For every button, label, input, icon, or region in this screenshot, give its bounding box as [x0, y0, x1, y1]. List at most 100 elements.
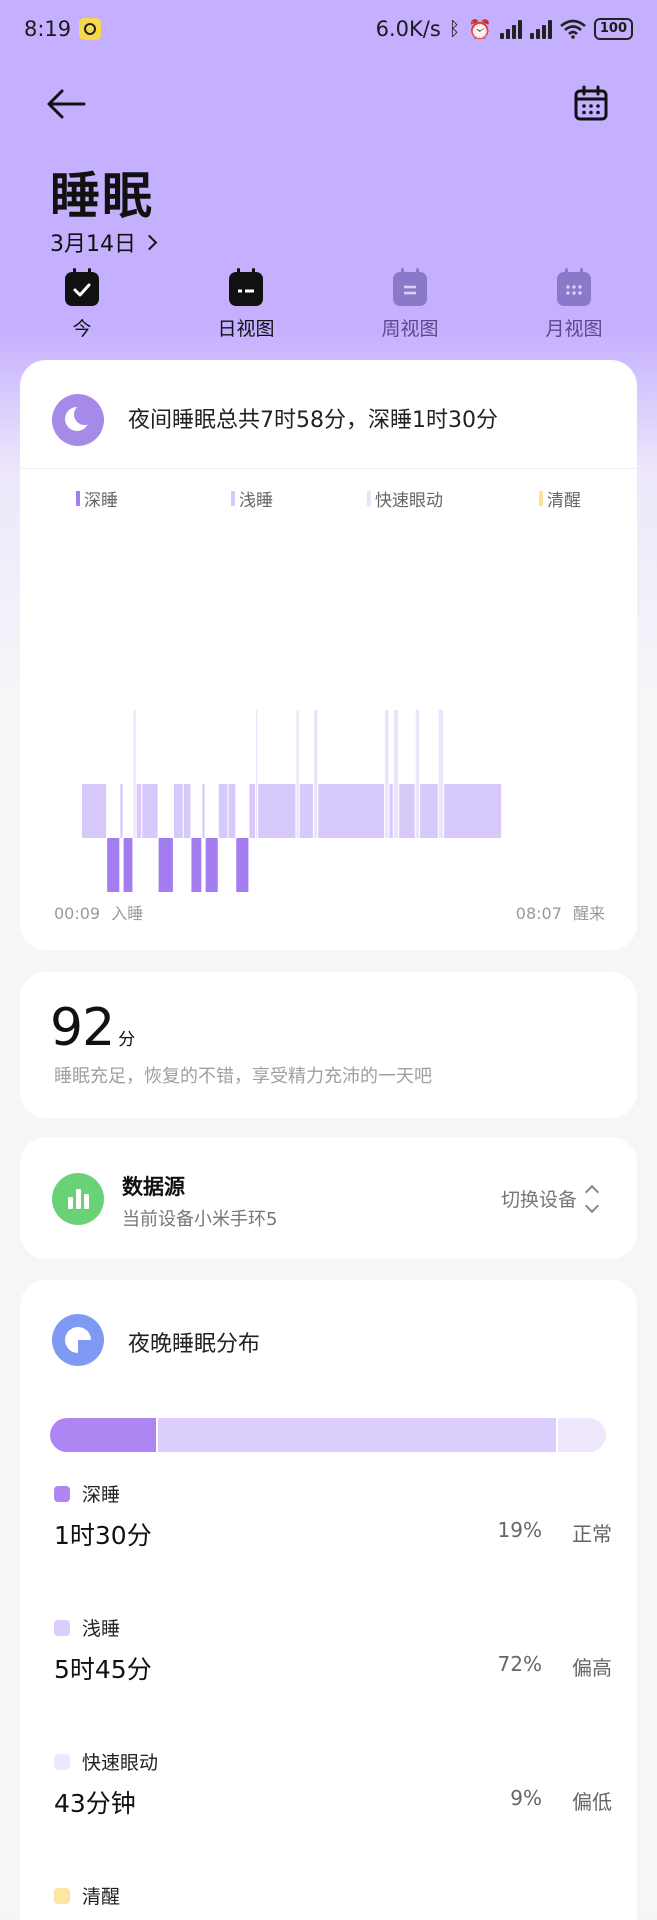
- sleep-segment-5: [136, 784, 142, 838]
- view-tabs: 今 日视图 周视图 月视图: [0, 268, 657, 342]
- chevron-right-icon: [141, 234, 158, 250]
- sleep-segment-16: [249, 784, 255, 838]
- date-selector[interactable]: 3月14日: [50, 226, 158, 258]
- sleep-segment-10: [191, 838, 202, 892]
- stage-level: 正常: [572, 1522, 612, 1546]
- sleep-segment-4: [133, 710, 136, 838]
- switch-device-label: 切换设备: [500, 1189, 577, 1211]
- distribution-title: 夜晚睡眠分布: [128, 1332, 261, 1357]
- tab-day-view[interactable]: 日视图: [191, 268, 301, 341]
- stage-name: 快速眼动: [82, 1752, 159, 1774]
- sleep-segment-2: [120, 784, 123, 838]
- legend-swatch: [539, 491, 543, 506]
- legend-label: 快速眼动: [375, 491, 443, 511]
- pie-chart-icon: [52, 1314, 104, 1366]
- today-check-icon: [65, 268, 99, 306]
- sleep-segment-15: [236, 838, 249, 892]
- sleep-segment-13: [218, 784, 228, 838]
- stage-swatch: [54, 1620, 70, 1636]
- network-speed: 6.0K/s: [375, 17, 441, 41]
- sleep-summary: 夜间睡眠总共7时58分，深睡1时30分: [128, 408, 498, 433]
- stage-name: 清醒: [82, 1886, 121, 1908]
- sleep-stage-chart[interactable]: [60, 710, 605, 900]
- stage-duration: 43分钟: [54, 1789, 136, 1818]
- tab-label: 周视图: [381, 318, 439, 340]
- sleep-segment-23: [385, 710, 389, 838]
- sleep-segment-24: [389, 784, 393, 838]
- sleep-segment-20: [299, 784, 313, 838]
- stage-level: 偏低: [572, 1790, 612, 1814]
- sleep-segment-0: [82, 784, 107, 838]
- stage-duration: 5时45分: [54, 1655, 152, 1684]
- bluetooth-icon: ᛒ: [448, 18, 461, 40]
- sleep-segment-3: [123, 838, 133, 892]
- sleep-segment-21: [313, 710, 318, 838]
- sleep-segment-17: [255, 710, 258, 838]
- signal-2-icon: [529, 19, 552, 39]
- sleep-segment-29: [438, 710, 444, 838]
- sleep-segment-1: [107, 838, 120, 892]
- stage-duration: 1时30分: [54, 1521, 152, 1550]
- sleep-segment-28: [420, 784, 438, 838]
- month-view-icon: [557, 268, 591, 306]
- stage-swatch: [54, 1754, 70, 1770]
- sleep-segment-11: [202, 784, 205, 838]
- sleep-segment-30: [444, 784, 502, 838]
- back-arrow-icon[interactable]: [44, 84, 88, 124]
- sleep-start-time: 00:09: [54, 904, 101, 923]
- page-title: 睡眠: [50, 167, 154, 225]
- list-item-deep[interactable]: 深睡 1时30分 19% 正常: [52, 1478, 612, 1588]
- sleep-segment-22: [318, 784, 385, 838]
- stage-percent: 19%: [497, 1518, 542, 1542]
- tab-label: 日视图: [217, 318, 275, 340]
- sleep-score: 92 分: [50, 998, 135, 1058]
- legend-swatch: [231, 491, 235, 506]
- legend-swatch: [367, 491, 371, 506]
- score-value: 92: [50, 998, 115, 1058]
- chevron-up-down-icon: [584, 1184, 600, 1213]
- data-source-device: 当前设备小米手环5: [122, 1209, 278, 1230]
- list-item-light[interactable]: 浅睡 5时45分 72% 偏高: [52, 1612, 612, 1722]
- moon-icon: [52, 394, 104, 446]
- stage-swatch: [54, 1888, 70, 1904]
- wifi-icon: [560, 19, 586, 39]
- distribution-segment-1: [155, 1418, 556, 1452]
- divider: [20, 468, 637, 469]
- legend-swatch: [76, 491, 80, 506]
- calendar-icon[interactable]: [571, 84, 611, 124]
- status-bar: 8:19 6.0K/s ᛒ ⏰ 100: [0, 0, 657, 58]
- sleep-end-label: 醒来: [572, 904, 605, 923]
- list-item-rem[interactable]: 快速眼动 43分钟 9% 偏低: [52, 1746, 612, 1856]
- week-view-icon: [393, 268, 427, 306]
- sleep-segment-27: [415, 710, 420, 838]
- stage-name: 深睡: [82, 1484, 121, 1506]
- status-indicators: 6.0K/s ᛒ ⏰ 100: [376, 17, 633, 41]
- sleep-distribution-card: 夜晚睡眠分布 深睡 1时30分 19% 正常 浅睡 5时45分 72% 偏高 快…: [20, 1280, 637, 1920]
- sleep-segment-6: [142, 784, 158, 838]
- distribution-bar: [50, 1418, 606, 1452]
- sleep-segment-7: [158, 838, 173, 892]
- battery-icon: 100: [593, 18, 633, 40]
- bar-chart-icon: [52, 1173, 104, 1225]
- sleep-score-card[interactable]: 92 分 睡眠充足，恢复的不错，享受精力充沛的一天吧: [20, 972, 637, 1118]
- tab-week-view[interactable]: 周视图: [355, 268, 465, 341]
- distribution-segment-0: [50, 1418, 156, 1452]
- sleep-segment-26: [399, 784, 415, 838]
- app-notification-icon: [79, 18, 102, 40]
- legend-light: 浅睡: [231, 486, 273, 511]
- sleep-stages-card[interactable]: 夜间睡眠总共7时58分，深睡1时30分 深睡 浅睡 快速眼动 清醒 00:09 …: [20, 360, 637, 950]
- tab-label: 月视图: [545, 318, 603, 340]
- tab-today[interactable]: 今: [27, 268, 137, 341]
- sleep-start-label: 入睡: [111, 904, 144, 923]
- tab-label: 今: [72, 318, 92, 340]
- legend-label: 浅睡: [239, 491, 273, 511]
- sleep-segment-19: [296, 710, 299, 838]
- list-item-awake[interactable]: 清醒 正常: [52, 1880, 612, 1920]
- tab-month-view[interactable]: 月视图: [519, 268, 629, 341]
- sleep-start: 00:09 入睡: [54, 900, 143, 924]
- data-source-title: 数据源: [122, 1175, 185, 1199]
- legend-awake: 清醒: [539, 486, 581, 511]
- stage-swatch: [54, 1486, 70, 1502]
- switch-device-button[interactable]: 切换设备: [500, 1184, 600, 1213]
- score-description: 睡眠充足，恢复的不错，享受精力充沛的一天吧: [54, 1066, 432, 1087]
